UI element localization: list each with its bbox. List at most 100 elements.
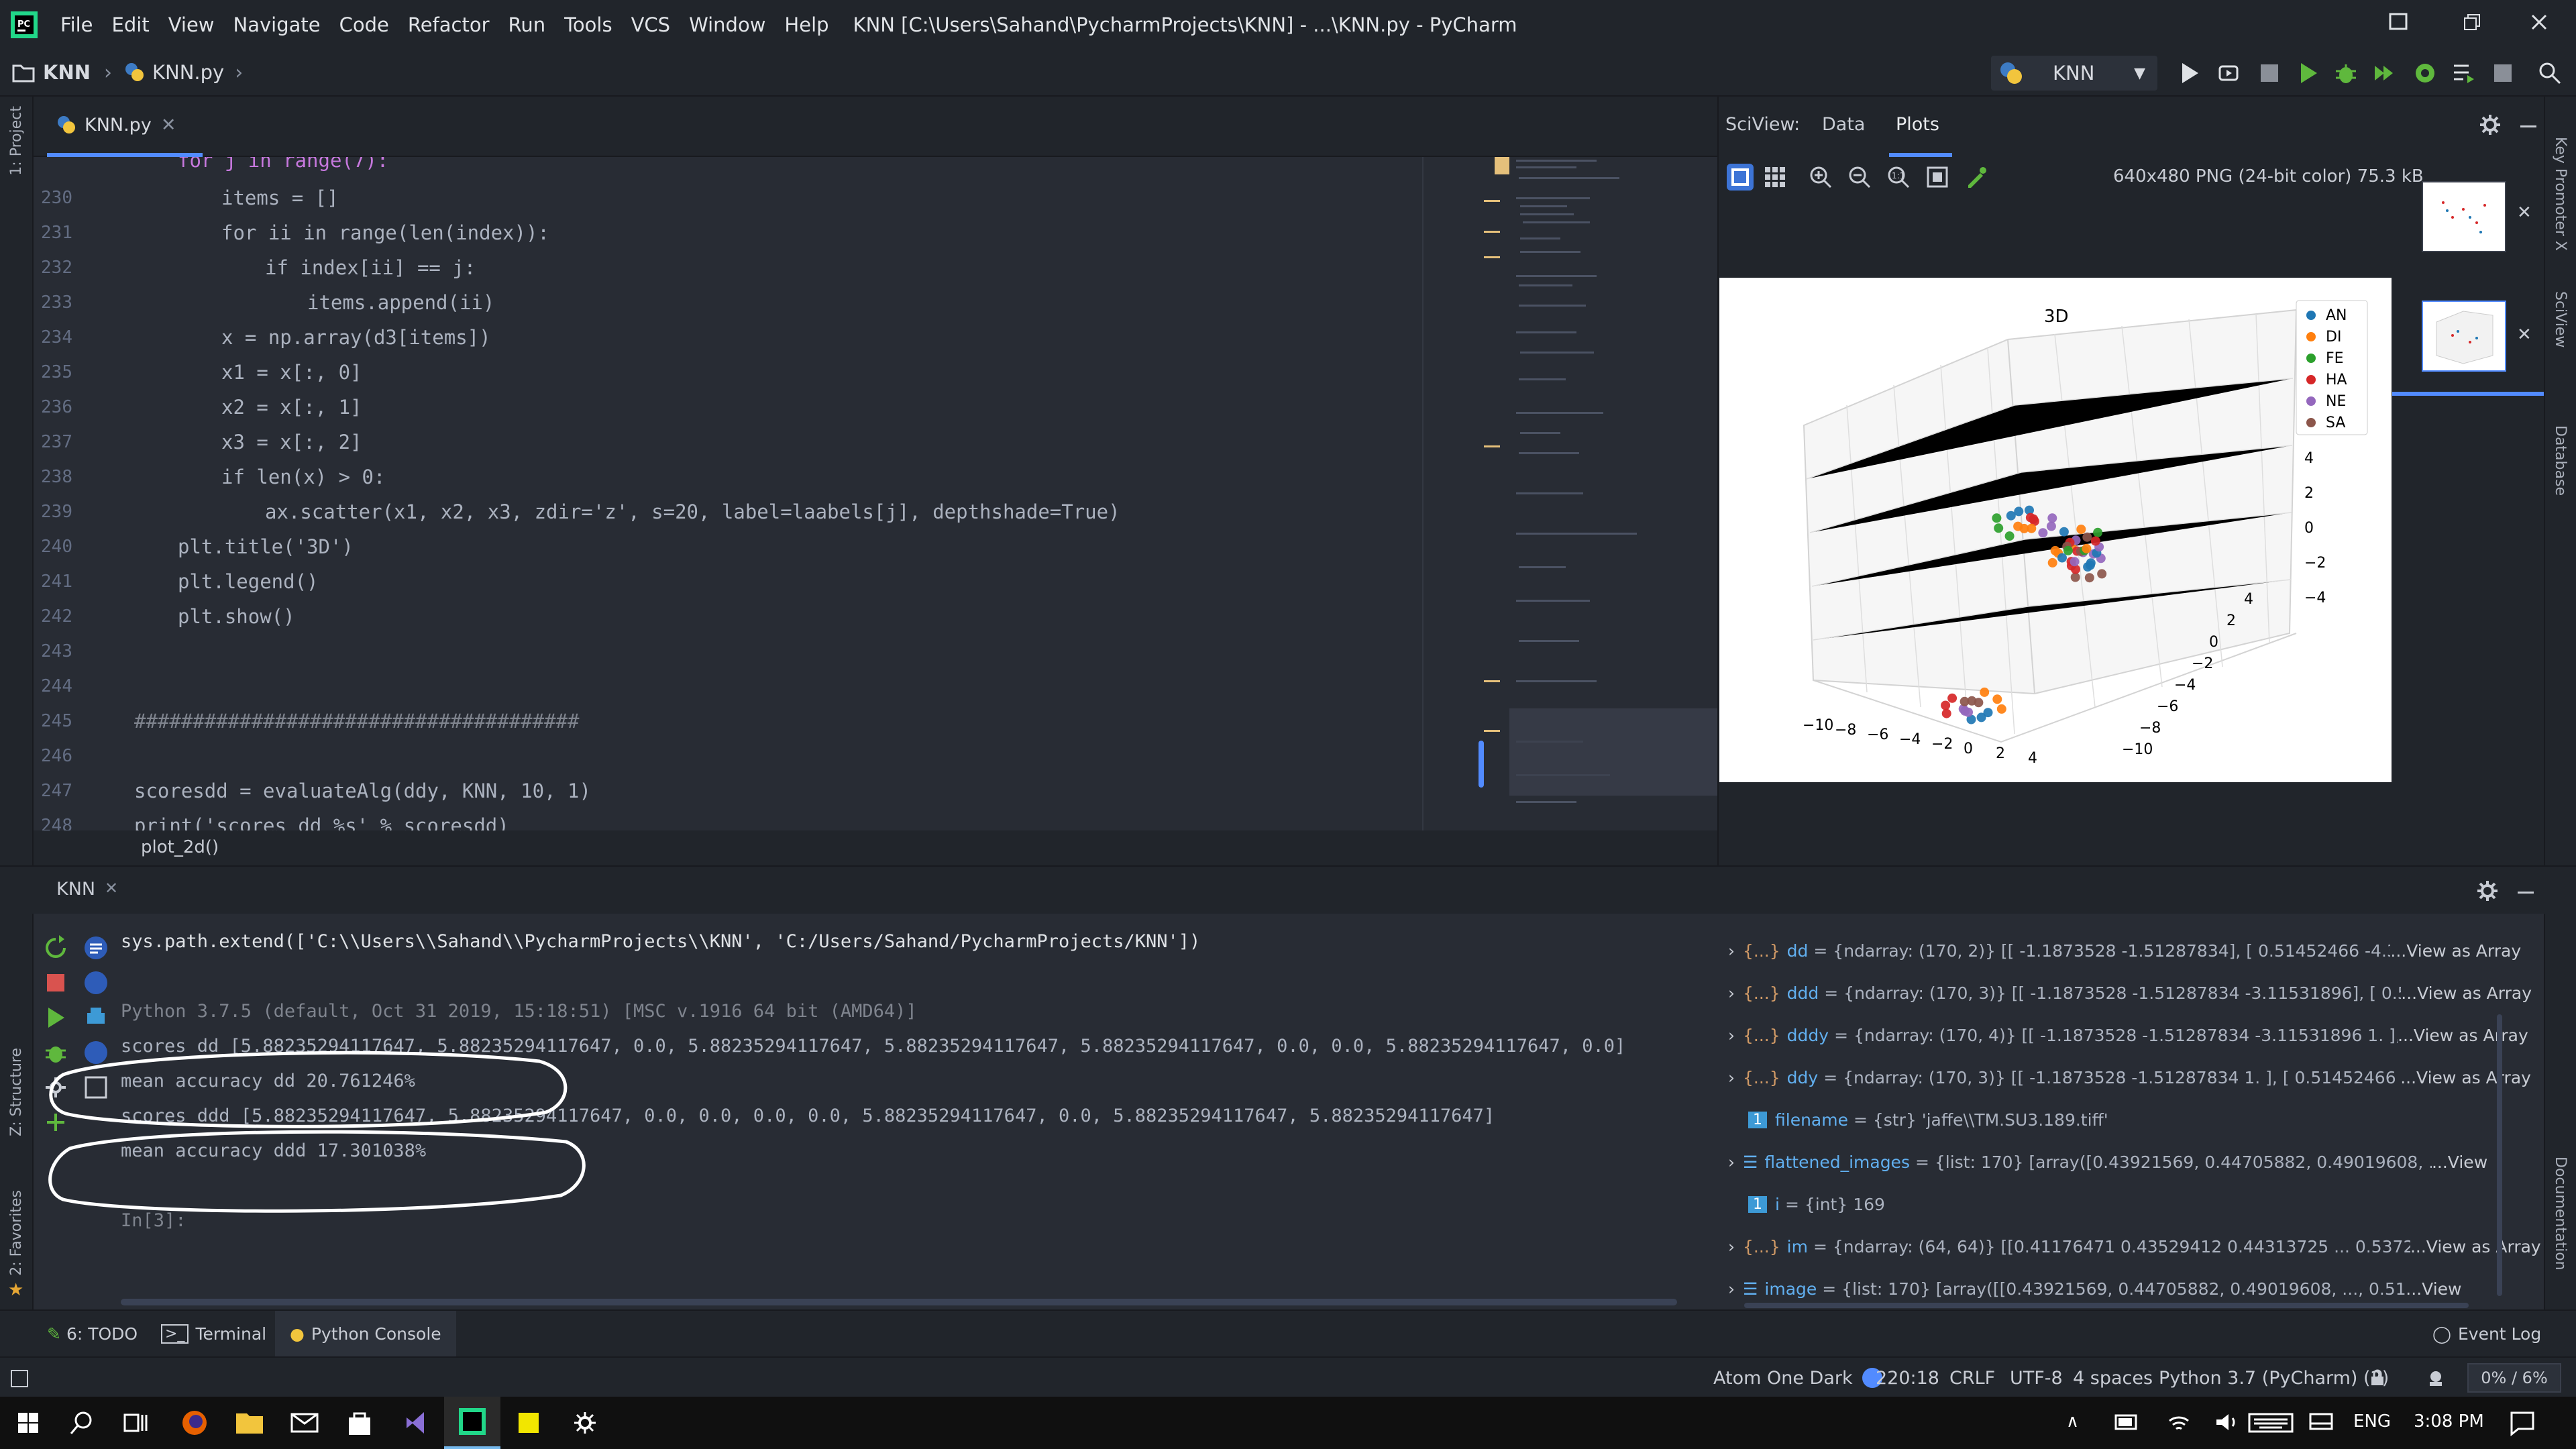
chevron-right-icon[interactable]: ›	[1728, 983, 1735, 1003]
documentation-tool-button[interactable]: Documentation	[2552, 1157, 2569, 1271]
view-as-array-link[interactable]: ...View as Array	[2410, 1237, 2541, 1256]
window-close-button[interactable]	[2502, 0, 2576, 44]
close-icon[interactable]: ✕	[105, 879, 118, 898]
python-prompt-icon[interactable]	[82, 969, 110, 997]
plot-image[interactable]: 3D AN DI FE HA NE SA −10 −8 −6 −4 −2 0 2 4 −10 −8 −6 −4…	[1719, 278, 2392, 782]
actual-size-icon[interactable]: 1:1	[1886, 165, 1911, 189]
minimize-icon[interactable]	[2518, 119, 2538, 133]
window-maximize-button[interactable]	[2435, 0, 2509, 44]
menu-help[interactable]: Help	[784, 13, 828, 36]
tab-data[interactable]: Data	[1822, 114, 1865, 135]
chevron-right-icon[interactable]: ›	[1728, 1279, 1735, 1299]
clock[interactable]: 3:08 PM	[2414, 1411, 2484, 1432]
menu-run[interactable]: Run	[508, 13, 546, 36]
inspector-icon[interactable]	[2426, 1368, 2446, 1389]
run-green-icon[interactable]	[2296, 60, 2321, 86]
sticky-notes-taskbar-item[interactable]	[500, 1397, 557, 1449]
fit-view-icon[interactable]	[1725, 162, 1755, 192]
coverage-icon[interactable]	[2371, 60, 2396, 86]
terminal-tool-button[interactable]: >_ Terminal	[161, 1311, 266, 1356]
zoom-out-icon[interactable]	[1847, 165, 1872, 189]
profile-icon[interactable]	[2412, 60, 2438, 86]
file-encoding[interactable]: UTF-8	[2010, 1358, 2063, 1398]
database-tool-button[interactable]: Database	[2552, 425, 2569, 496]
debug-icon[interactable]	[2217, 60, 2243, 86]
chevron-right-icon[interactable]: ›	[1728, 941, 1735, 961]
menu-vcs[interactable]: VCS	[631, 13, 671, 36]
view-link[interactable]: ...View	[2406, 1279, 2461, 1299]
restore-icon[interactable]	[2361, 0, 2435, 44]
key-promoter-tool-button[interactable]: Key Promoter X	[2552, 137, 2569, 251]
display-icon[interactable]	[2308, 1410, 2334, 1434]
menu-edit[interactable]: Edit	[112, 13, 150, 36]
menu-refactor[interactable]: Refactor	[408, 13, 490, 36]
indent-setting[interactable]: 4 spaces	[2073, 1358, 2153, 1398]
project-tool-button[interactable]: 1: Project	[8, 106, 25, 176]
menu-view[interactable]: View	[168, 13, 215, 36]
variable-row[interactable]: › ☰ image = {list: 170} [array([[0.43921…	[1717, 1272, 2461, 1305]
console-history-icon[interactable]	[82, 934, 110, 962]
variable-row[interactable]: › ☰ flattened_images = {list: 170} [arra…	[1717, 1145, 2487, 1179]
variables-scrollbar[interactable]	[2497, 1014, 2502, 1296]
todo-tool-button[interactable]: ✎ 6: TODO	[47, 1311, 138, 1356]
variables-hscrollbar[interactable]	[1744, 1303, 2469, 1308]
search-button[interactable]	[54, 1397, 110, 1449]
close-icon[interactable]: ✕	[2517, 325, 2532, 345]
stop-all-icon[interactable]	[2490, 60, 2516, 86]
build-icon[interactable]	[2451, 60, 2477, 86]
line-separator[interactable]: CRLF	[1949, 1358, 1995, 1398]
variable-row[interactable]: › {...} dd = {ndarray: (170, 2)} [[ -1.1…	[1717, 934, 2521, 967]
minimize-icon[interactable]	[2516, 885, 2536, 899]
sciview-tool-button[interactable]: SciView	[2552, 291, 2569, 347]
chevron-up-icon[interactable]: ∧	[2066, 1411, 2079, 1432]
caret-position[interactable]: 220:18	[1876, 1358, 1939, 1398]
fit-zoom-icon[interactable]	[1925, 165, 1949, 189]
print-icon[interactable]	[82, 1004, 110, 1032]
console-hscrollbar[interactable]	[121, 1299, 1677, 1305]
run-tab-label[interactable]: KNN	[56, 879, 95, 900]
battery-icon[interactable]	[2113, 1410, 2140, 1434]
python-console-tool-button[interactable]: ● Python Console	[275, 1311, 456, 1356]
variable-row[interactable]: › {...} ddy = {ndarray: (170, 3)} [[ -1.…	[1717, 1061, 2531, 1094]
rerun-icon[interactable]	[42, 934, 70, 962]
search-icon[interactable]	[2537, 60, 2563, 86]
notifications-icon[interactable]	[2509, 1410, 2536, 1437]
plot-thumbnail-1[interactable]	[2422, 181, 2506, 252]
variable-row[interactable]: › {...} dddy = {ndarray: (170, 4)} [[ -1…	[1717, 1018, 2528, 1052]
visual-studio-taskbar-item[interactable]	[388, 1397, 444, 1449]
zoom-in-icon[interactable]	[1809, 165, 1833, 189]
gear-icon[interactable]	[2478, 113, 2502, 137]
breadcrumb-file[interactable]: KNN.py	[124, 61, 224, 84]
firefox-taskbar-item[interactable]	[166, 1397, 223, 1449]
close-icon[interactable]: ✕	[161, 115, 176, 136]
task-view-button[interactable]	[107, 1397, 164, 1449]
tool-windows-toggle-icon[interactable]	[9, 1368, 30, 1389]
wifi-icon[interactable]	[2165, 1410, 2192, 1434]
view-as-array-link[interactable]: ...View as Array	[2398, 1026, 2528, 1045]
run-icon[interactable]	[2177, 60, 2202, 86]
function-breadcrumb[interactable]: plot_2d()	[141, 837, 219, 857]
language-indicator[interactable]: ENG	[2353, 1411, 2391, 1432]
menu-code[interactable]: Code	[339, 13, 389, 36]
close-icon[interactable]: ✕	[2517, 203, 2532, 223]
favorites-tool-button[interactable]: 2: Favorites	[8, 1190, 25, 1276]
memory-indicator[interactable]: 0% / 6%	[2467, 1363, 2561, 1393]
start-button[interactable]	[0, 1397, 56, 1449]
view-link[interactable]: ...View	[2432, 1152, 2487, 1172]
variable-row[interactable]: 1 filename = {str} 'jaffe\\TM.SU3.189.ti…	[1717, 1103, 2108, 1136]
tab-knn-py[interactable]: KNN.py ✕	[47, 97, 203, 157]
volume-icon[interactable]	[2212, 1410, 2239, 1434]
menu-tools[interactable]: Tools	[564, 13, 612, 36]
view-as-array-link[interactable]: ...View as Array	[2390, 941, 2521, 961]
run-configuration-select[interactable]: KNN ▼	[1991, 56, 2157, 91]
menu-navigate[interactable]: Navigate	[233, 13, 321, 36]
file-explorer-taskbar-item[interactable]	[221, 1397, 278, 1449]
stop-icon[interactable]	[42, 969, 70, 997]
chevron-right-icon[interactable]: ›	[1728, 1237, 1735, 1256]
theme-indicator[interactable]: Atom One Dark	[1713, 1358, 1882, 1398]
run-icon[interactable]	[42, 1004, 70, 1032]
chevron-right-icon[interactable]: ›	[1728, 1152, 1735, 1172]
gear-icon[interactable]	[2475, 879, 2500, 903]
structure-tool-button[interactable]: Z: Structure	[8, 1048, 25, 1136]
store-taskbar-item[interactable]	[331, 1397, 388, 1449]
